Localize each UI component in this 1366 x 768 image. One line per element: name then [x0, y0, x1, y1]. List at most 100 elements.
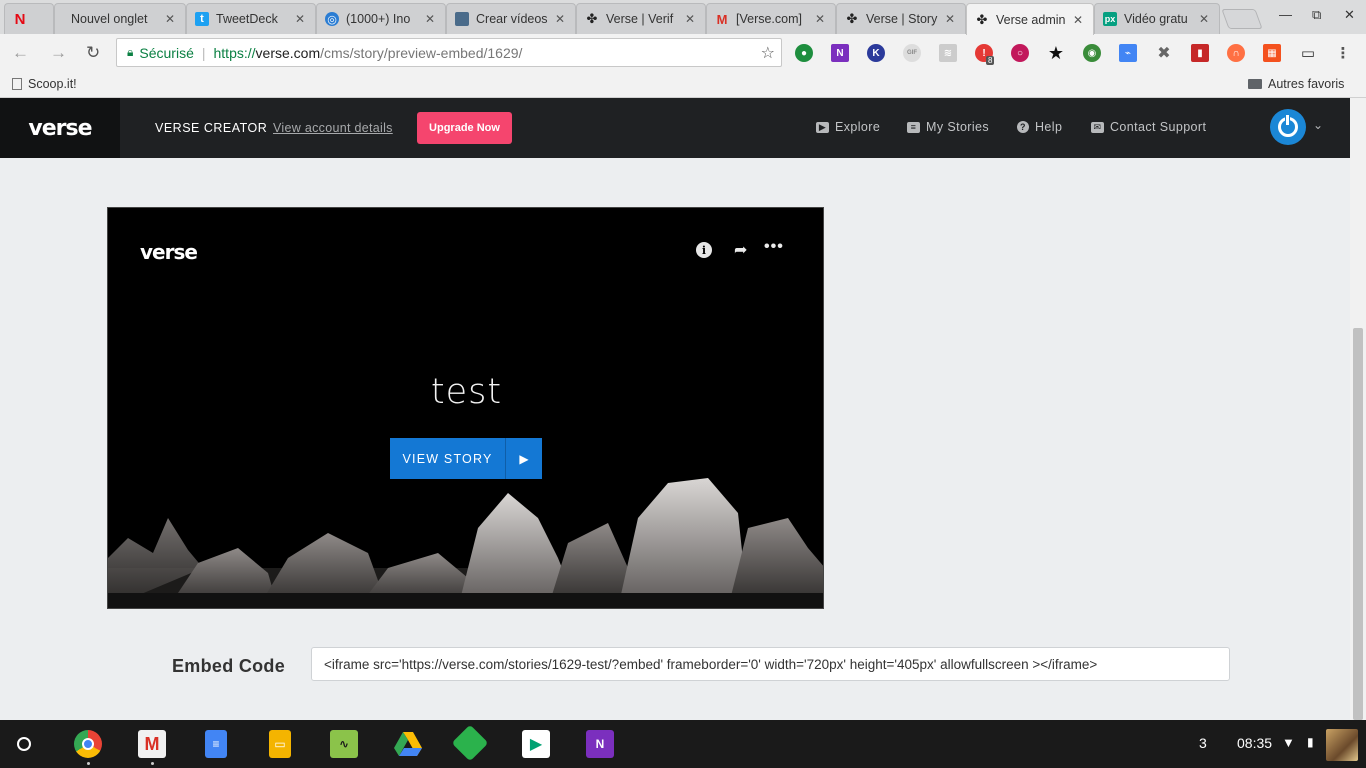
play-arrow-icon: ▶ [519, 451, 529, 466]
monitor-extension-icon[interactable]: ▭ [1299, 44, 1317, 62]
address-separator: | [201, 44, 206, 61]
address-bar[interactable]: 🔒︎ Sécurisé | https:// verse.com /cms/st… [116, 38, 782, 67]
secure-label: Sécurisé [139, 44, 194, 61]
tools-extension-icon[interactable]: ✖ [1155, 44, 1173, 62]
lock-icon: 🔒︎ [127, 45, 134, 59]
close-icon[interactable]: ✕ [425, 12, 437, 26]
story-preview-embed[interactable]: verse i ➦ ••• test VIEW STORY ▶ [107, 207, 824, 609]
reload-icon[interactable]: ↻ [86, 43, 100, 63]
close-icon[interactable]: ✕ [945, 12, 957, 26]
new-tab-button[interactable] [1221, 9, 1263, 29]
view-account-link[interactable]: View account details [273, 121, 393, 135]
minimize-icon[interactable]: — [1279, 7, 1292, 22]
close-icon[interactable]: ✕ [295, 12, 307, 26]
wifi-icon[interactable]: ▼ [1282, 735, 1295, 750]
gmail-app-icon[interactable]: M [138, 730, 166, 758]
nav-help-label: Help [1035, 120, 1063, 134]
page-icon [12, 78, 22, 90]
menu-kebab-icon[interactable]: ⋮ [1334, 44, 1352, 62]
browser-tab-crear-videos[interactable]: Crear vídeos ✕ [446, 3, 576, 34]
tab-title: TweetDeck [216, 12, 278, 26]
orange-extension-icon[interactable]: ∩ [1227, 44, 1245, 62]
notification-count[interactable]: 3 [1199, 735, 1207, 751]
verse-header: verse VERSE CREATOR View account details… [0, 98, 1350, 158]
clock[interactable]: 08:35 [1237, 735, 1272, 751]
verse-logo[interactable]: verse [0, 98, 120, 158]
sheets-chart-app-icon[interactable]: ∿ [330, 730, 358, 758]
browser-tab-verse-verif[interactable]: ✤ Verse | Verif ✕ [576, 3, 706, 34]
turtle-extension-icon[interactable]: ◉ [1083, 44, 1101, 62]
feedly-app-icon[interactable] [451, 724, 489, 762]
netflix-icon: N [14, 10, 26, 28]
browser-tab-inoreader[interactable]: ◎ (1000+) Ino ✕ [316, 3, 446, 34]
close-icon[interactable]: ✕ [685, 12, 697, 26]
power-icon [1278, 114, 1298, 137]
close-icon[interactable]: ✕ [1073, 13, 1085, 27]
more-options-icon[interactable]: ••• [764, 238, 784, 256]
tab-title: Verse | Story [866, 12, 938, 26]
browser-tab-verse-admin[interactable]: ✤ Verse admin ✕ [966, 3, 1094, 35]
close-icon[interactable]: ✕ [815, 12, 827, 26]
other-bookmarks-folder[interactable]: Autres favoris [1248, 77, 1344, 91]
close-icon[interactable]: ✕ [165, 12, 177, 26]
forward-arrow-icon[interactable]: → [50, 43, 67, 63]
bookmark-scoopit[interactable]: Scoop.it! [12, 77, 77, 91]
maximize-icon[interactable]: ⧉ [1312, 7, 1321, 23]
star-extension-icon[interactable]: ★ [1047, 43, 1065, 63]
pocket-extension-icon[interactable]: ○ [1011, 44, 1029, 62]
back-arrow-icon[interactable]: ← [12, 43, 29, 63]
feed-extension-icon[interactable]: ▦ [1263, 44, 1281, 62]
user-avatar-tray[interactable] [1326, 729, 1358, 761]
gif-extension-icon[interactable]: GIF [903, 44, 921, 62]
chrome-app-icon[interactable] [74, 730, 102, 758]
nav-help[interactable]: ? Help [1017, 120, 1062, 134]
chevron-down-icon[interactable]: ⌄ [1313, 118, 1323, 132]
info-icon[interactable]: i [696, 242, 712, 258]
k-extension-icon[interactable]: K [867, 44, 885, 62]
nav-my-stories[interactable]: ≡ My Stories [907, 120, 989, 134]
browser-tab-verse-story[interactable]: ✤ Verse | Story ✕ [836, 3, 966, 34]
slides-app-icon[interactable]: ▭ [269, 730, 291, 758]
pexels-icon: px [1103, 12, 1117, 26]
url-host: verse.com [255, 44, 321, 61]
envelope-icon: ✉ [1091, 121, 1104, 133]
browser-tab-tweetdeck[interactable]: t TweetDeck ✕ [186, 3, 316, 34]
verse-icon: ✤ [976, 11, 988, 27]
browser-tab-pexels[interactable]: px Vidéo gratu ✕ [1094, 3, 1220, 34]
embed-code-label: Embed Code [172, 656, 286, 676]
cast-extension-icon[interactable]: ⌁ [1119, 44, 1137, 62]
battery-icon[interactable]: ▮ [1307, 735, 1314, 749]
upgrade-now-button[interactable]: Upgrade Now [417, 112, 512, 144]
nav-contact-support[interactable]: ✉ Contact Support [1091, 120, 1206, 134]
book-extension-icon[interactable]: ▮ [1191, 44, 1209, 62]
close-icon[interactable]: ✕ [555, 12, 567, 26]
close-icon[interactable]: ✕ [1199, 12, 1211, 26]
embed-code-field[interactable] [311, 647, 1230, 681]
share-icon[interactable]: ➦ [734, 240, 747, 260]
inoreader-icon: ◎ [325, 12, 339, 26]
avatar[interactable] [1270, 109, 1306, 145]
extension-green-icon[interactable]: ● [795, 44, 813, 62]
nav-support-label: Contact Support [1110, 120, 1207, 134]
play-store-app-icon[interactable]: ▶ [522, 730, 550, 758]
close-window-icon[interactable]: ✕ [1344, 7, 1355, 23]
rss-extension-icon[interactable]: ≋ [939, 44, 957, 62]
bookmark-star-icon[interactable]: ☆ [761, 43, 775, 63]
view-story-button[interactable]: VIEW STORY ▶ [390, 438, 542, 479]
nav-explore[interactable]: ▶ Explore [816, 120, 880, 134]
browser-tab-strip: N Nouvel onglet ✕ t TweetDeck ✕ ◎ (1000+… [0, 0, 1366, 35]
browser-tab-netflix[interactable]: N [4, 3, 54, 34]
page-scrollbar-thumb[interactable] [1353, 328, 1363, 720]
launcher-icon[interactable] [17, 737, 31, 751]
bookmarks-bar: Scoop.it! Autres favoris [0, 72, 1366, 98]
drive-app-icon[interactable] [394, 730, 422, 758]
browser-tab-gmail[interactable]: M [Verse.com] ✕ [706, 3, 836, 34]
onenote-app-icon[interactable]: N [586, 730, 614, 758]
browser-tab-new-tab[interactable]: Nouvel onglet ✕ [54, 3, 186, 34]
onenote-extension-icon[interactable]: N [831, 44, 849, 62]
docs-app-icon[interactable]: ≡ [205, 730, 227, 758]
verse-icon: ✤ [586, 11, 598, 26]
tab-title: Nouvel onglet [71, 12, 148, 26]
stack-icon: ≡ [907, 121, 920, 133]
story-title: test [430, 372, 503, 412]
